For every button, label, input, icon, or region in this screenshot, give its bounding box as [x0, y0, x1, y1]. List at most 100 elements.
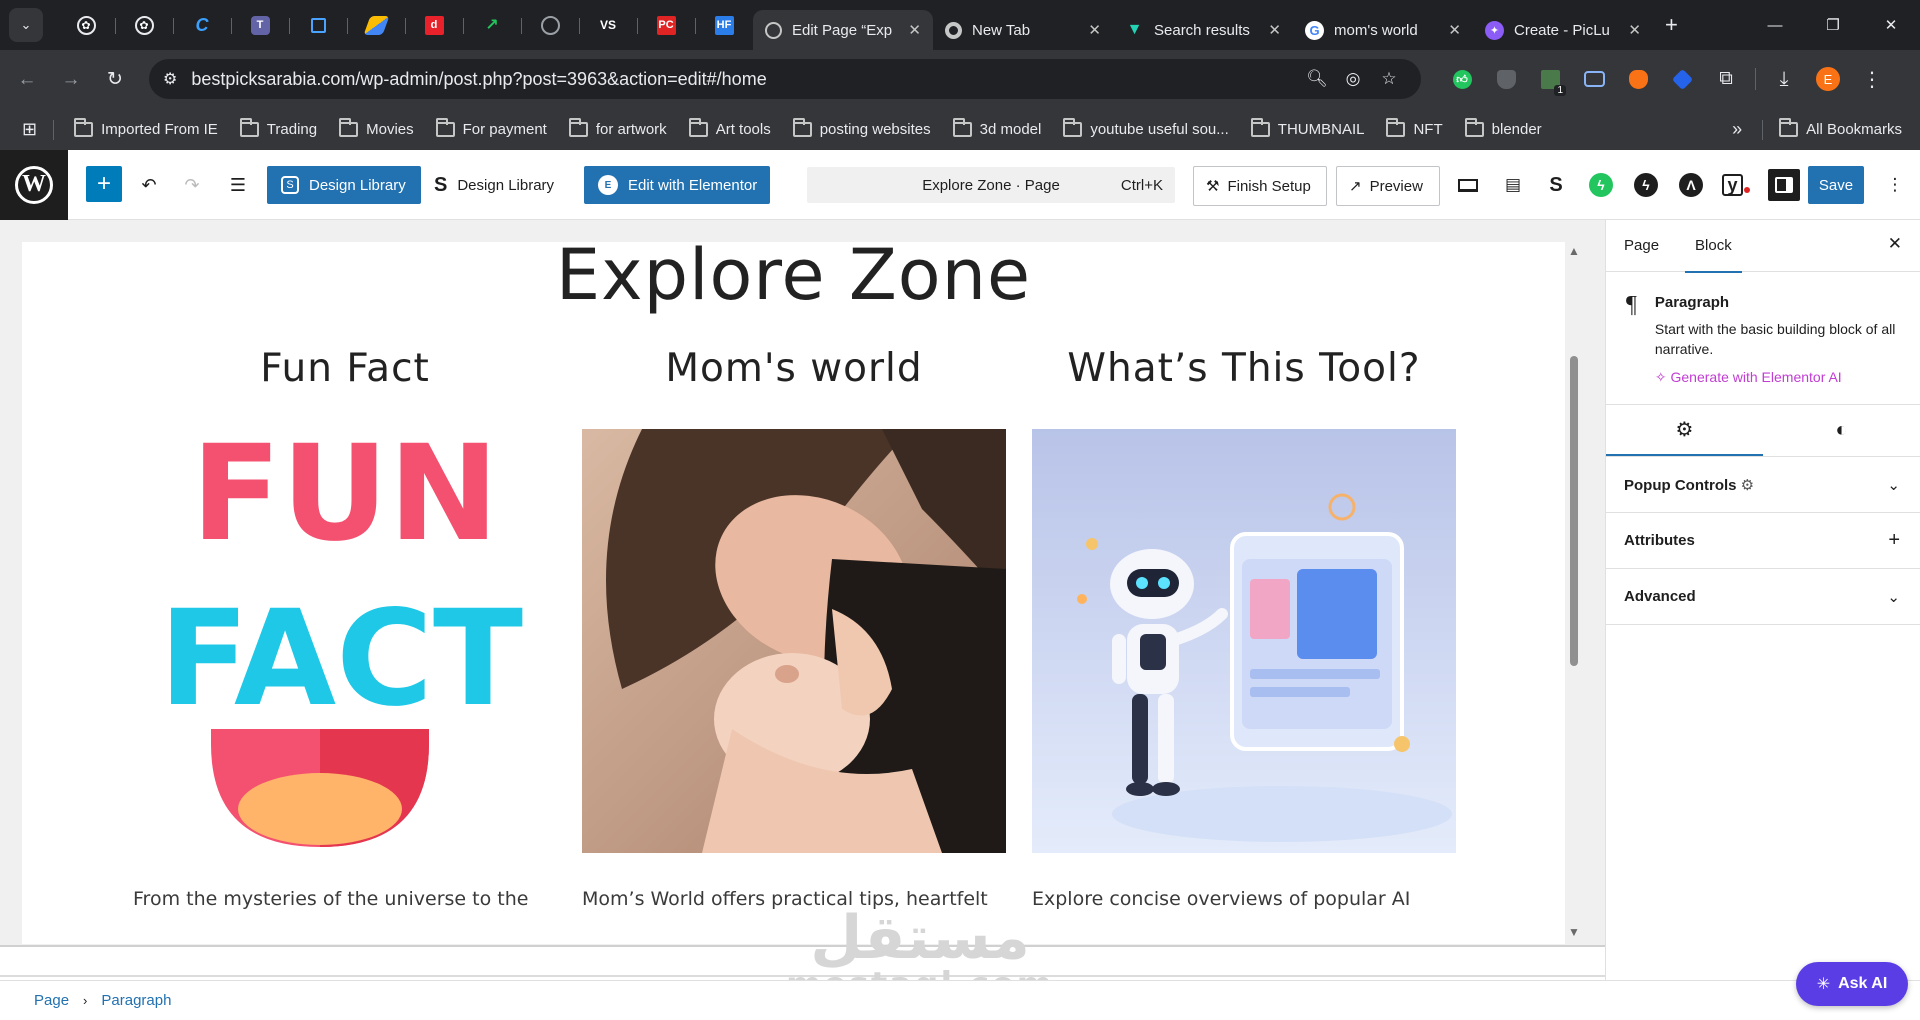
bookmark-movies[interactable]: Movies	[339, 118, 414, 138]
column-excerpt[interactable]: From the mysteries of the universe to th…	[133, 888, 573, 910]
pinned-tab[interactable]: C	[173, 7, 231, 43]
panel-advanced[interactable]: Advanced ⌄	[1606, 569, 1920, 625]
tab-search-results[interactable]: ▼ Search results ✕	[1113, 10, 1293, 50]
extension-button[interactable]: 1	[1528, 59, 1572, 99]
extension-button[interactable]	[1484, 59, 1528, 99]
scroll-down-icon[interactable]: ▼	[1568, 925, 1580, 939]
column-heading[interactable]: Mom's world	[582, 346, 1006, 391]
generate-ai-link[interactable]: ✧ Generate with Elementor AI	[1655, 369, 1900, 386]
bookmark-trading[interactable]: Trading	[239, 118, 317, 138]
page-title[interactable]: Explore Zone	[22, 242, 1565, 316]
save-button[interactable]: Save	[1808, 166, 1864, 204]
all-bookmarks[interactable]: All Bookmarks	[1779, 118, 1902, 138]
block-inserter-button[interactable]: +	[86, 166, 122, 202]
finish-setup-button[interactable]: ⚒ Finish Setup	[1193, 166, 1327, 206]
apps-grid-icon[interactable]: ⊞	[22, 119, 37, 140]
options-button[interactable]: ⋮	[1880, 170, 1910, 200]
bookmark-thumbnail[interactable]: THUMBNAIL	[1250, 118, 1364, 138]
pinned-tab[interactable]: ✿	[57, 7, 115, 43]
bookmark-blender[interactable]: blender	[1464, 118, 1542, 138]
column-excerpt[interactable]: Explore concise overviews of popular AI	[1032, 888, 1472, 910]
tab-new-tab[interactable]: New Tab ✕	[933, 10, 1113, 50]
close-icon[interactable]: ✕	[1448, 21, 1461, 39]
eye-off-icon[interactable]: ◎	[1335, 69, 1371, 89]
close-icon[interactable]: ✕	[1268, 21, 1281, 39]
downloads-button[interactable]: ⤓	[1762, 59, 1806, 99]
scroll-up-icon[interactable]: ▲	[1568, 244, 1580, 258]
close-icon[interactable]: ✕	[1628, 21, 1641, 39]
bookmark-for-payment[interactable]: For payment	[435, 118, 547, 138]
reload-button[interactable]: ↻	[96, 61, 134, 99]
plugin-a-button[interactable]: Λ	[1676, 170, 1706, 200]
redo-button[interactable]: ↷	[180, 167, 204, 203]
bookmark-for-artwork[interactable]: for artwork	[568, 118, 667, 138]
bookmark-3d-model[interactable]: 3d model	[952, 118, 1041, 138]
pinned-tab[interactable]: VS	[579, 7, 637, 43]
moms-world-image[interactable]	[582, 429, 1006, 853]
tab-create-piclumen[interactable]: ✦ Create - PicLu ✕	[1473, 10, 1653, 50]
post-settings-button[interactable]: ▤	[1498, 170, 1528, 200]
profile-button[interactable]: E	[1806, 59, 1850, 99]
bookmark-imported-from-ie[interactable]: Imported From IE	[74, 118, 218, 138]
tab-moms-world[interactable]: G mom's world ✕	[1293, 10, 1473, 50]
back-button[interactable]: ←	[8, 61, 46, 99]
panel-attributes[interactable]: Attributes +	[1606, 513, 1920, 569]
ai-tool-image[interactable]	[1032, 429, 1456, 853]
tab-settings[interactable]: ⚙	[1606, 405, 1763, 456]
settings-sidebar-toggle[interactable]	[1768, 169, 1800, 201]
pinned-tab[interactable]: HF	[695, 7, 753, 43]
pinned-tab[interactable]	[521, 7, 579, 43]
tab-page[interactable]: Page	[1624, 220, 1659, 272]
pinned-tab[interactable]: T	[231, 7, 289, 43]
pinned-tab[interactable]: PC	[637, 7, 695, 43]
tab-edit-page[interactable]: Edit Page “Exp ✕	[753, 10, 933, 50]
restore-icon[interactable]: ❐	[1804, 16, 1862, 34]
edit-with-elementor-button[interactable]: E Edit with Elementor	[584, 166, 770, 204]
close-icon[interactable]: ✕	[1888, 234, 1902, 254]
extension-button[interactable]	[1572, 59, 1616, 99]
ask-ai-button[interactable]: ✳ Ask AI	[1796, 962, 1908, 1006]
forward-button[interactable]: →	[52, 61, 90, 99]
close-icon[interactable]: ✕	[1088, 21, 1101, 39]
tab-block[interactable]: Block	[1685, 220, 1742, 273]
plugin-bolt-button[interactable]: ϟ	[1631, 170, 1661, 200]
bookmark-posting-websites[interactable]: posting websites	[792, 118, 931, 138]
close-icon[interactable]: ✕	[908, 21, 921, 39]
extension-button[interactable]: 👍︎	[1440, 59, 1484, 99]
yoast-button[interactable]: y	[1721, 170, 1751, 200]
breadcrumb-page[interactable]: Page	[34, 992, 69, 1009]
pinned-tab[interactable]: ↗	[463, 7, 521, 43]
extensions-menu-button[interactable]: ⧉	[1704, 59, 1748, 99]
plugin-lightning-button[interactable]: ϟ	[1586, 170, 1616, 200]
browser-menu-button[interactable]: ⋮	[1850, 59, 1894, 99]
undo-button[interactable]: ↶	[137, 167, 161, 203]
zoom-icon[interactable]: 🔍︎	[1299, 69, 1335, 89]
new-tab-button[interactable]: +	[1665, 12, 1678, 38]
panel-popup-controls[interactable]: Popup Controls ⚙ ⌄	[1606, 457, 1920, 513]
bookmark-nft[interactable]: NFT	[1386, 118, 1443, 138]
extension-button[interactable]	[1660, 59, 1704, 99]
scroll-thumb[interactable]	[1570, 356, 1578, 666]
url-text[interactable]: bestpicksarabia.com/wp-admin/post.php?po…	[191, 69, 1299, 90]
document-overview-button[interactable]: ☰	[226, 167, 250, 203]
stackable-button[interactable]: S	[1541, 170, 1571, 200]
wordpress-logo-button[interactable]: W	[0, 149, 68, 220]
tab-styles[interactable]: ◐	[1763, 405, 1920, 456]
bookmark-youtube-useful[interactable]: youtube useful sou...	[1063, 118, 1229, 138]
editor-canvas[interactable]: Explore Zone Fun Fact FUN FACT From the …	[22, 242, 1565, 944]
canvas-scrollbar[interactable]: ▲ ▼	[1565, 242, 1583, 944]
bookmark-star-icon[interactable]: ☆	[1371, 69, 1407, 89]
breadcrumb-paragraph[interactable]: Paragraph	[101, 992, 171, 1009]
more-bookmarks-icon[interactable]: »	[1732, 119, 1742, 140]
site-info-icon[interactable]: ⚙	[163, 69, 177, 89]
pinned-tab[interactable]	[289, 7, 347, 43]
bookmark-art-tools[interactable]: Art tools	[688, 118, 771, 138]
fun-fact-image[interactable]: FUN FACT	[133, 429, 557, 853]
stackable-design-library-button[interactable]: S Design Library	[434, 166, 554, 204]
pinned-tab[interactable]: d	[405, 7, 463, 43]
preview-button[interactable]: ↗ Preview	[1336, 166, 1440, 206]
extension-button[interactable]	[1616, 59, 1660, 99]
view-desktop-button[interactable]	[1453, 170, 1483, 200]
address-bar[interactable]: ⚙ bestpicksarabia.com/wp-admin/post.php?…	[149, 59, 1421, 99]
close-window-icon[interactable]: ✕	[1862, 16, 1920, 34]
